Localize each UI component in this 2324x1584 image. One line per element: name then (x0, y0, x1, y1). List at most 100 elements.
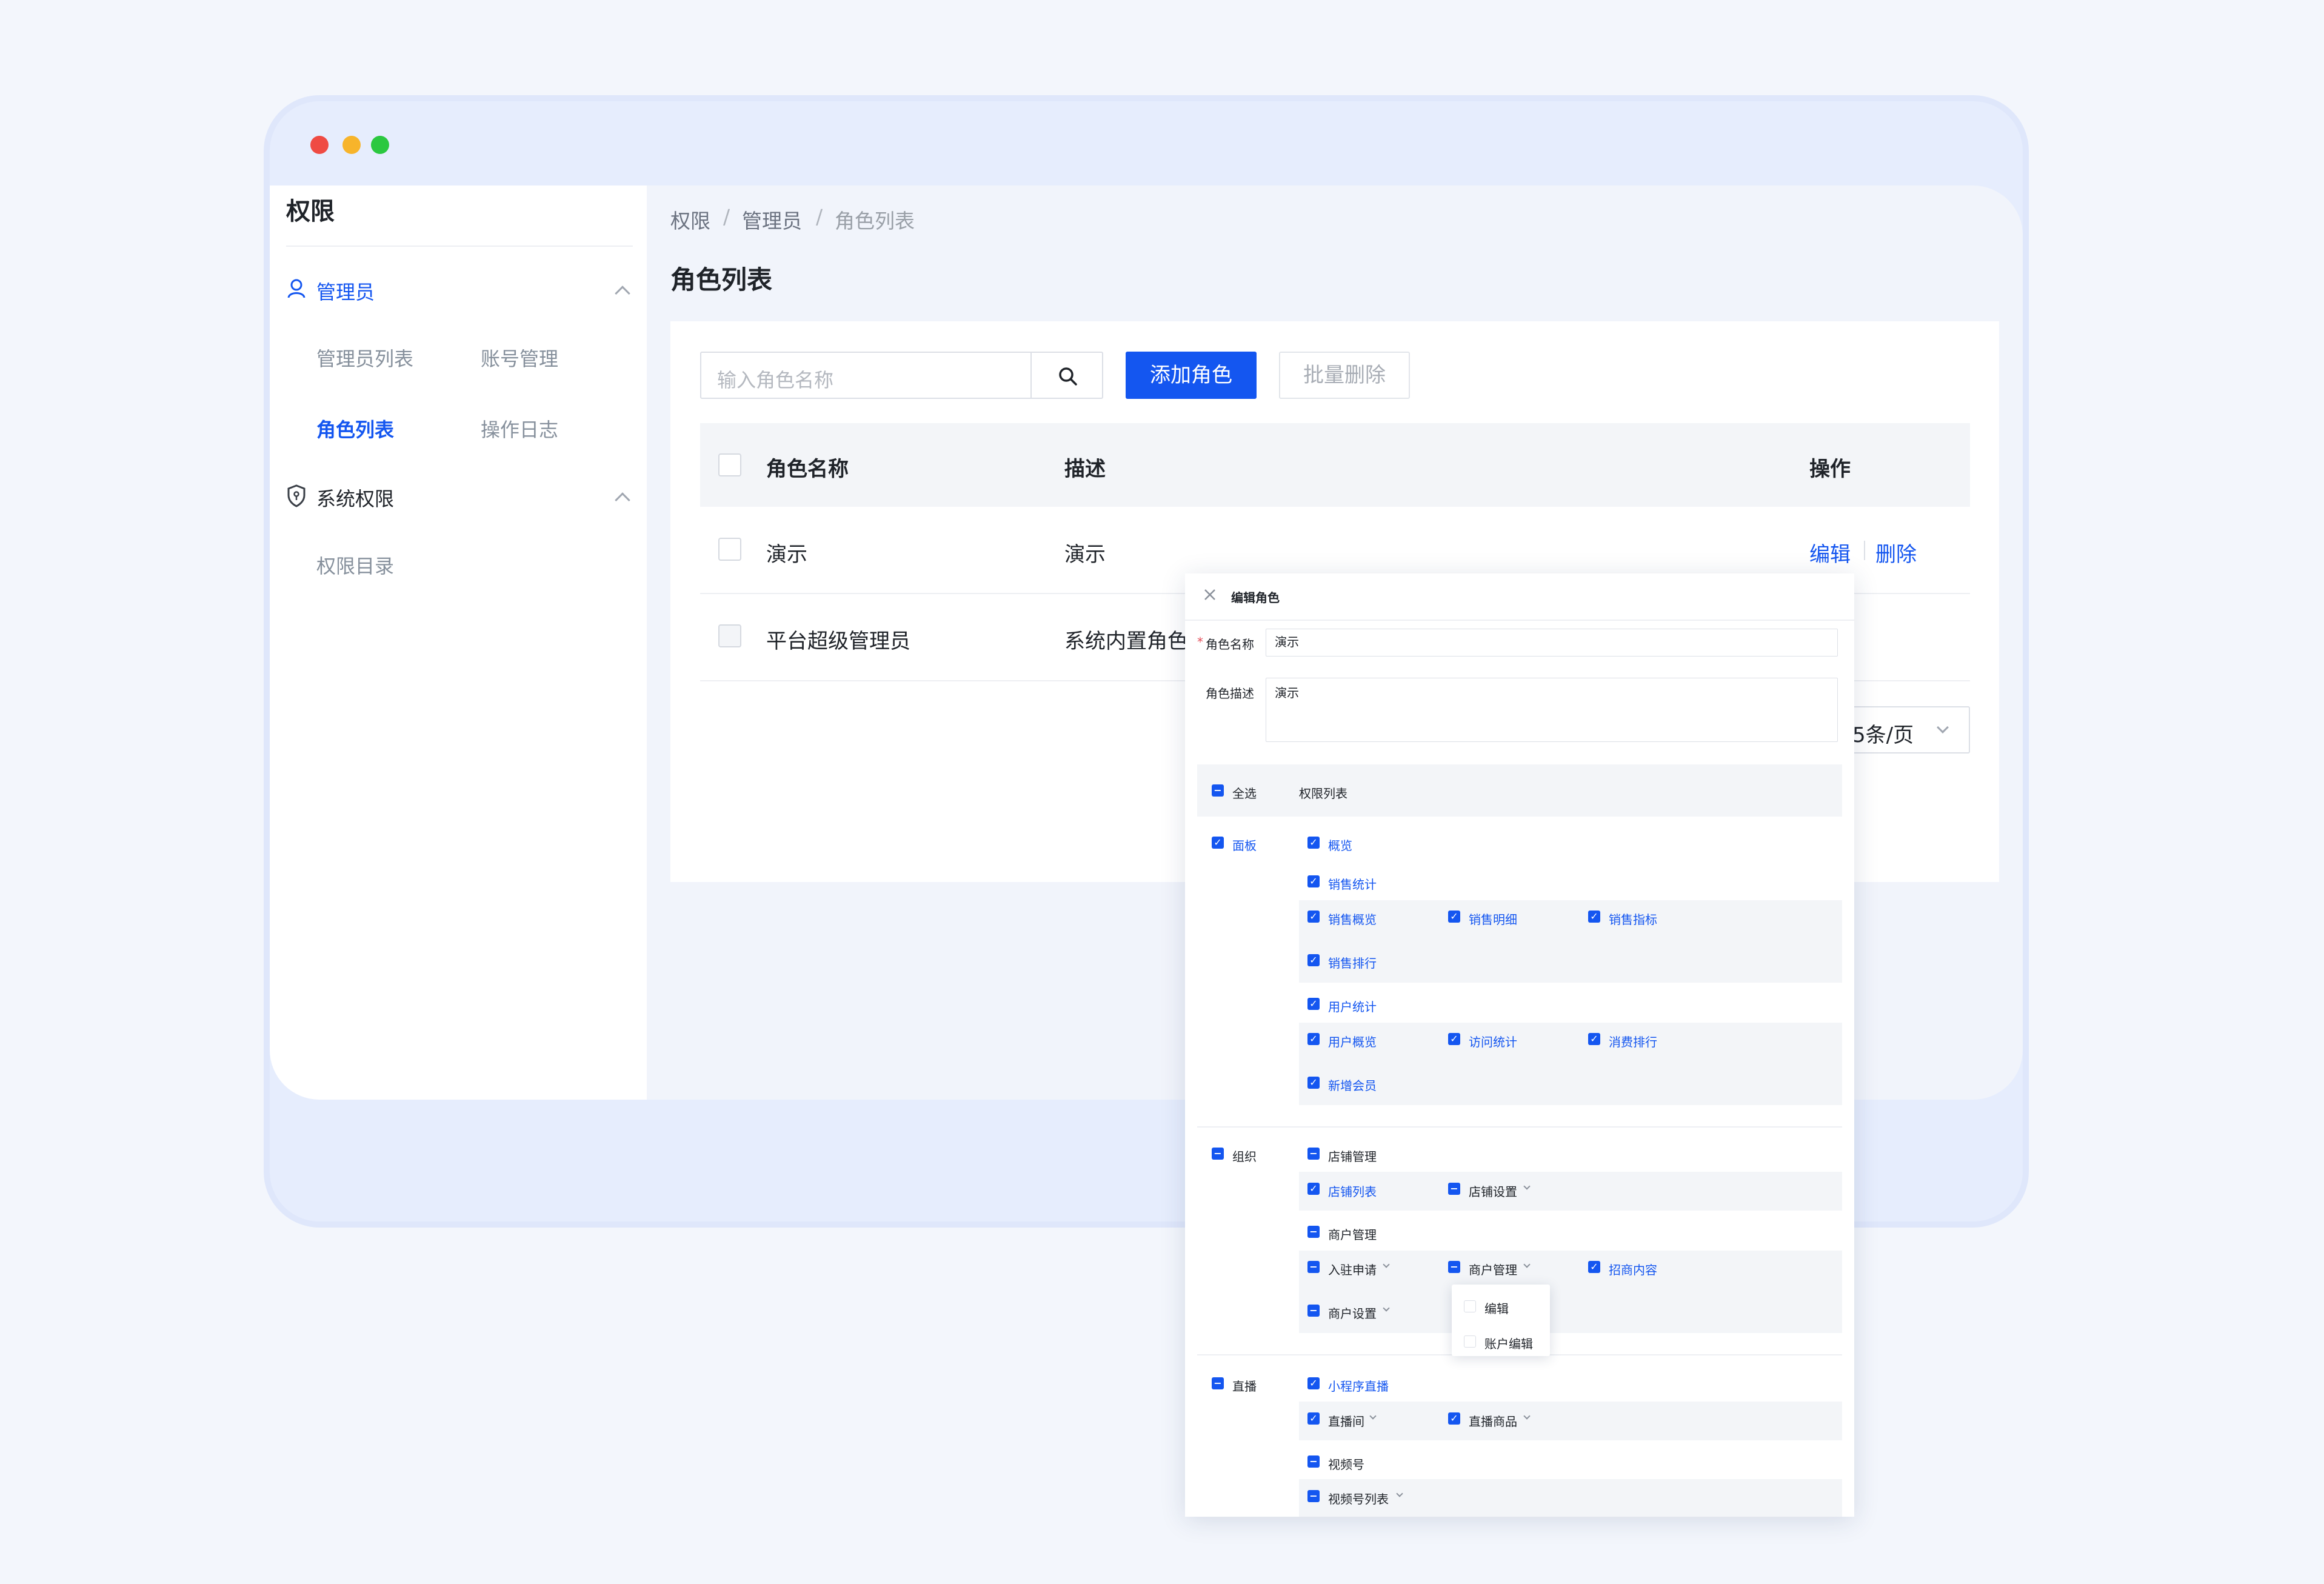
sidebar-group-system[interactable]: 系统权限 (286, 484, 633, 510)
breadcrumb-item[interactable]: 管理员 (742, 205, 802, 234)
store-mgmt-checkbox[interactable]: − (1307, 1148, 1320, 1160)
sidebar-group-admin[interactable]: 管理员 (286, 277, 633, 304)
sidebar-item-admin-list[interactable]: 管理员列表 (316, 344, 413, 372)
permission-label: 店铺设置 (1469, 1185, 1517, 1199)
permission-label: 消费排行 (1609, 1035, 1657, 1049)
permission-checkbox[interactable]: ✓ (1588, 1033, 1600, 1045)
role-desc-label: 角色描述 (1206, 686, 1254, 701)
sidebar-title: 权限 (286, 198, 335, 226)
search-button[interactable] (1030, 352, 1103, 399)
mini-live-label: 小程序直播 (1328, 1379, 1389, 1394)
permission-label: 商户设置 (1328, 1306, 1377, 1321)
permission-checkbox[interactable]: − (1448, 1183, 1460, 1195)
sidebar-item-role-list[interactable]: 角色列表 (316, 415, 394, 443)
panel-label: 面板 (1232, 838, 1257, 853)
select-all-checkbox[interactable]: − (1212, 784, 1224, 797)
close-icon[interactable] (1203, 588, 1217, 601)
permission-checkbox[interactable]: ✓ (1307, 1033, 1320, 1045)
role-name-cell: 演示 (766, 543, 807, 567)
permission-label: 直播间 (1328, 1414, 1364, 1429)
overview-label: 概览 (1328, 838, 1352, 853)
sidebar-group-label: 管理员 (316, 281, 375, 304)
select-all-label: 全选 (1232, 786, 1257, 801)
channels-label: 视频号 (1328, 1457, 1364, 1472)
window-minimize-button[interactable] (342, 136, 361, 154)
row-checkbox-disabled (718, 624, 741, 647)
panel-checkbox[interactable]: ✓ (1212, 837, 1224, 849)
sales-stats-checkbox[interactable]: ✓ (1307, 875, 1320, 887)
live-subpanel (1299, 1402, 1842, 1440)
permission-label: 商户管理 (1469, 1263, 1517, 1277)
page-size-select[interactable]: 5条/页 (1843, 706, 1970, 754)
permission-label: 入驻申请 (1328, 1263, 1377, 1277)
permission-checkbox[interactable]: − (1307, 1490, 1320, 1502)
permission-checkbox[interactable]: − (1307, 1261, 1320, 1273)
role-desc-textarea[interactable]: 演示 (1266, 678, 1838, 742)
chevron-up-icon (615, 492, 630, 508)
column-header-name: 角色名称 (766, 457, 849, 481)
delete-link[interactable]: 删除 (1875, 538, 1917, 567)
sidebar-item-account[interactable]: 账号管理 (481, 344, 558, 372)
permission-header (1197, 764, 1842, 817)
user-stats-checkbox[interactable]: ✓ (1307, 998, 1320, 1010)
window-close-button[interactable] (310, 136, 329, 154)
mini-live-checkbox[interactable]: ✓ (1307, 1377, 1320, 1389)
batch-delete-button[interactable]: 批量删除 (1279, 352, 1410, 399)
permission-label: 店铺列表 (1328, 1185, 1377, 1199)
sales-subpanel (1299, 900, 1842, 983)
sidebar-item-permission-catalog[interactable]: 权限目录 (316, 551, 394, 579)
permission-checkbox[interactable]: ✓ (1307, 911, 1320, 923)
permission-checkbox[interactable]: ✓ (1448, 1412, 1460, 1425)
chevron-up-icon (615, 286, 630, 301)
permission-label: 销售排行 (1328, 956, 1377, 971)
action-divider (1864, 541, 1865, 560)
edit-role-dialog: 编辑角色 * 角色名称 演示 角色描述 演示 − 全选 权限列表 ✓ 面板 ✓ … (1185, 573, 1854, 1517)
breadcrumb-separator: / (816, 205, 823, 229)
dropdown-checkbox[interactable] (1464, 1335, 1476, 1348)
permission-label: 直播商品 (1469, 1414, 1517, 1429)
row-checkbox[interactable] (718, 538, 741, 561)
live-checkbox[interactable]: − (1212, 1377, 1224, 1389)
permission-checkbox[interactable]: ✓ (1307, 954, 1320, 966)
sidebar-divider (286, 246, 633, 247)
dropdown-item[interactable]: 编辑 (1484, 1299, 1509, 1317)
role-name-input[interactable]: 演示 (1266, 629, 1838, 657)
page-title: 角色列表 (670, 265, 773, 295)
permission-label: 销售概览 (1328, 912, 1377, 927)
breadcrumb-item[interactable]: 权限 (670, 205, 710, 234)
permission-checkbox[interactable]: − (1448, 1261, 1460, 1273)
live-label: 直播 (1232, 1379, 1257, 1394)
permission-checkbox[interactable]: − (1307, 1305, 1320, 1317)
sidebar-item-operation-log[interactable]: 操作日志 (481, 415, 558, 443)
window-maximize-button[interactable] (371, 136, 389, 154)
permission-checkbox[interactable]: ✓ (1448, 911, 1460, 923)
breadcrumb-current: 角色列表 (835, 209, 915, 233)
role-name-cell: 平台超级管理员 (766, 629, 910, 653)
org-checkbox[interactable]: − (1212, 1148, 1224, 1160)
merchant-subpanel (1299, 1251, 1842, 1333)
channels-checkbox[interactable]: − (1307, 1455, 1320, 1468)
permission-checkbox[interactable]: ✓ (1307, 1412, 1320, 1425)
permission-checkbox[interactable]: ✓ (1588, 911, 1600, 923)
section-divider (1197, 1126, 1842, 1128)
role-name-label: 角色名称 (1206, 637, 1254, 652)
role-desc-cell: 演示 (1064, 543, 1106, 567)
permission-checkbox[interactable]: ✓ (1448, 1033, 1460, 1045)
permission-label: 招商内容 (1609, 1263, 1657, 1277)
permission-label: 销售明细 (1469, 912, 1517, 927)
org-label: 组织 (1232, 1149, 1257, 1164)
dropdown-checkbox[interactable] (1464, 1300, 1476, 1312)
search-input[interactable]: 输入角色名称 (700, 352, 1032, 399)
dialog-title: 编辑角色 (1231, 590, 1280, 605)
permission-checkbox[interactable]: ✓ (1588, 1261, 1600, 1273)
merchant-mgmt-checkbox[interactable]: − (1307, 1226, 1320, 1238)
permission-label: 销售指标 (1609, 912, 1657, 927)
edit-link[interactable]: 编辑 (1809, 538, 1851, 567)
user-icon (287, 279, 306, 298)
overview-checkbox[interactable]: ✓ (1307, 837, 1320, 849)
permission-checkbox[interactable]: ✓ (1307, 1183, 1320, 1195)
dropdown-item[interactable]: 账户编辑 (1484, 1334, 1533, 1352)
add-role-button[interactable]: 添加角色 (1126, 352, 1257, 399)
permission-checkbox[interactable]: ✓ (1307, 1077, 1320, 1089)
select-all-checkbox[interactable] (718, 453, 741, 476)
